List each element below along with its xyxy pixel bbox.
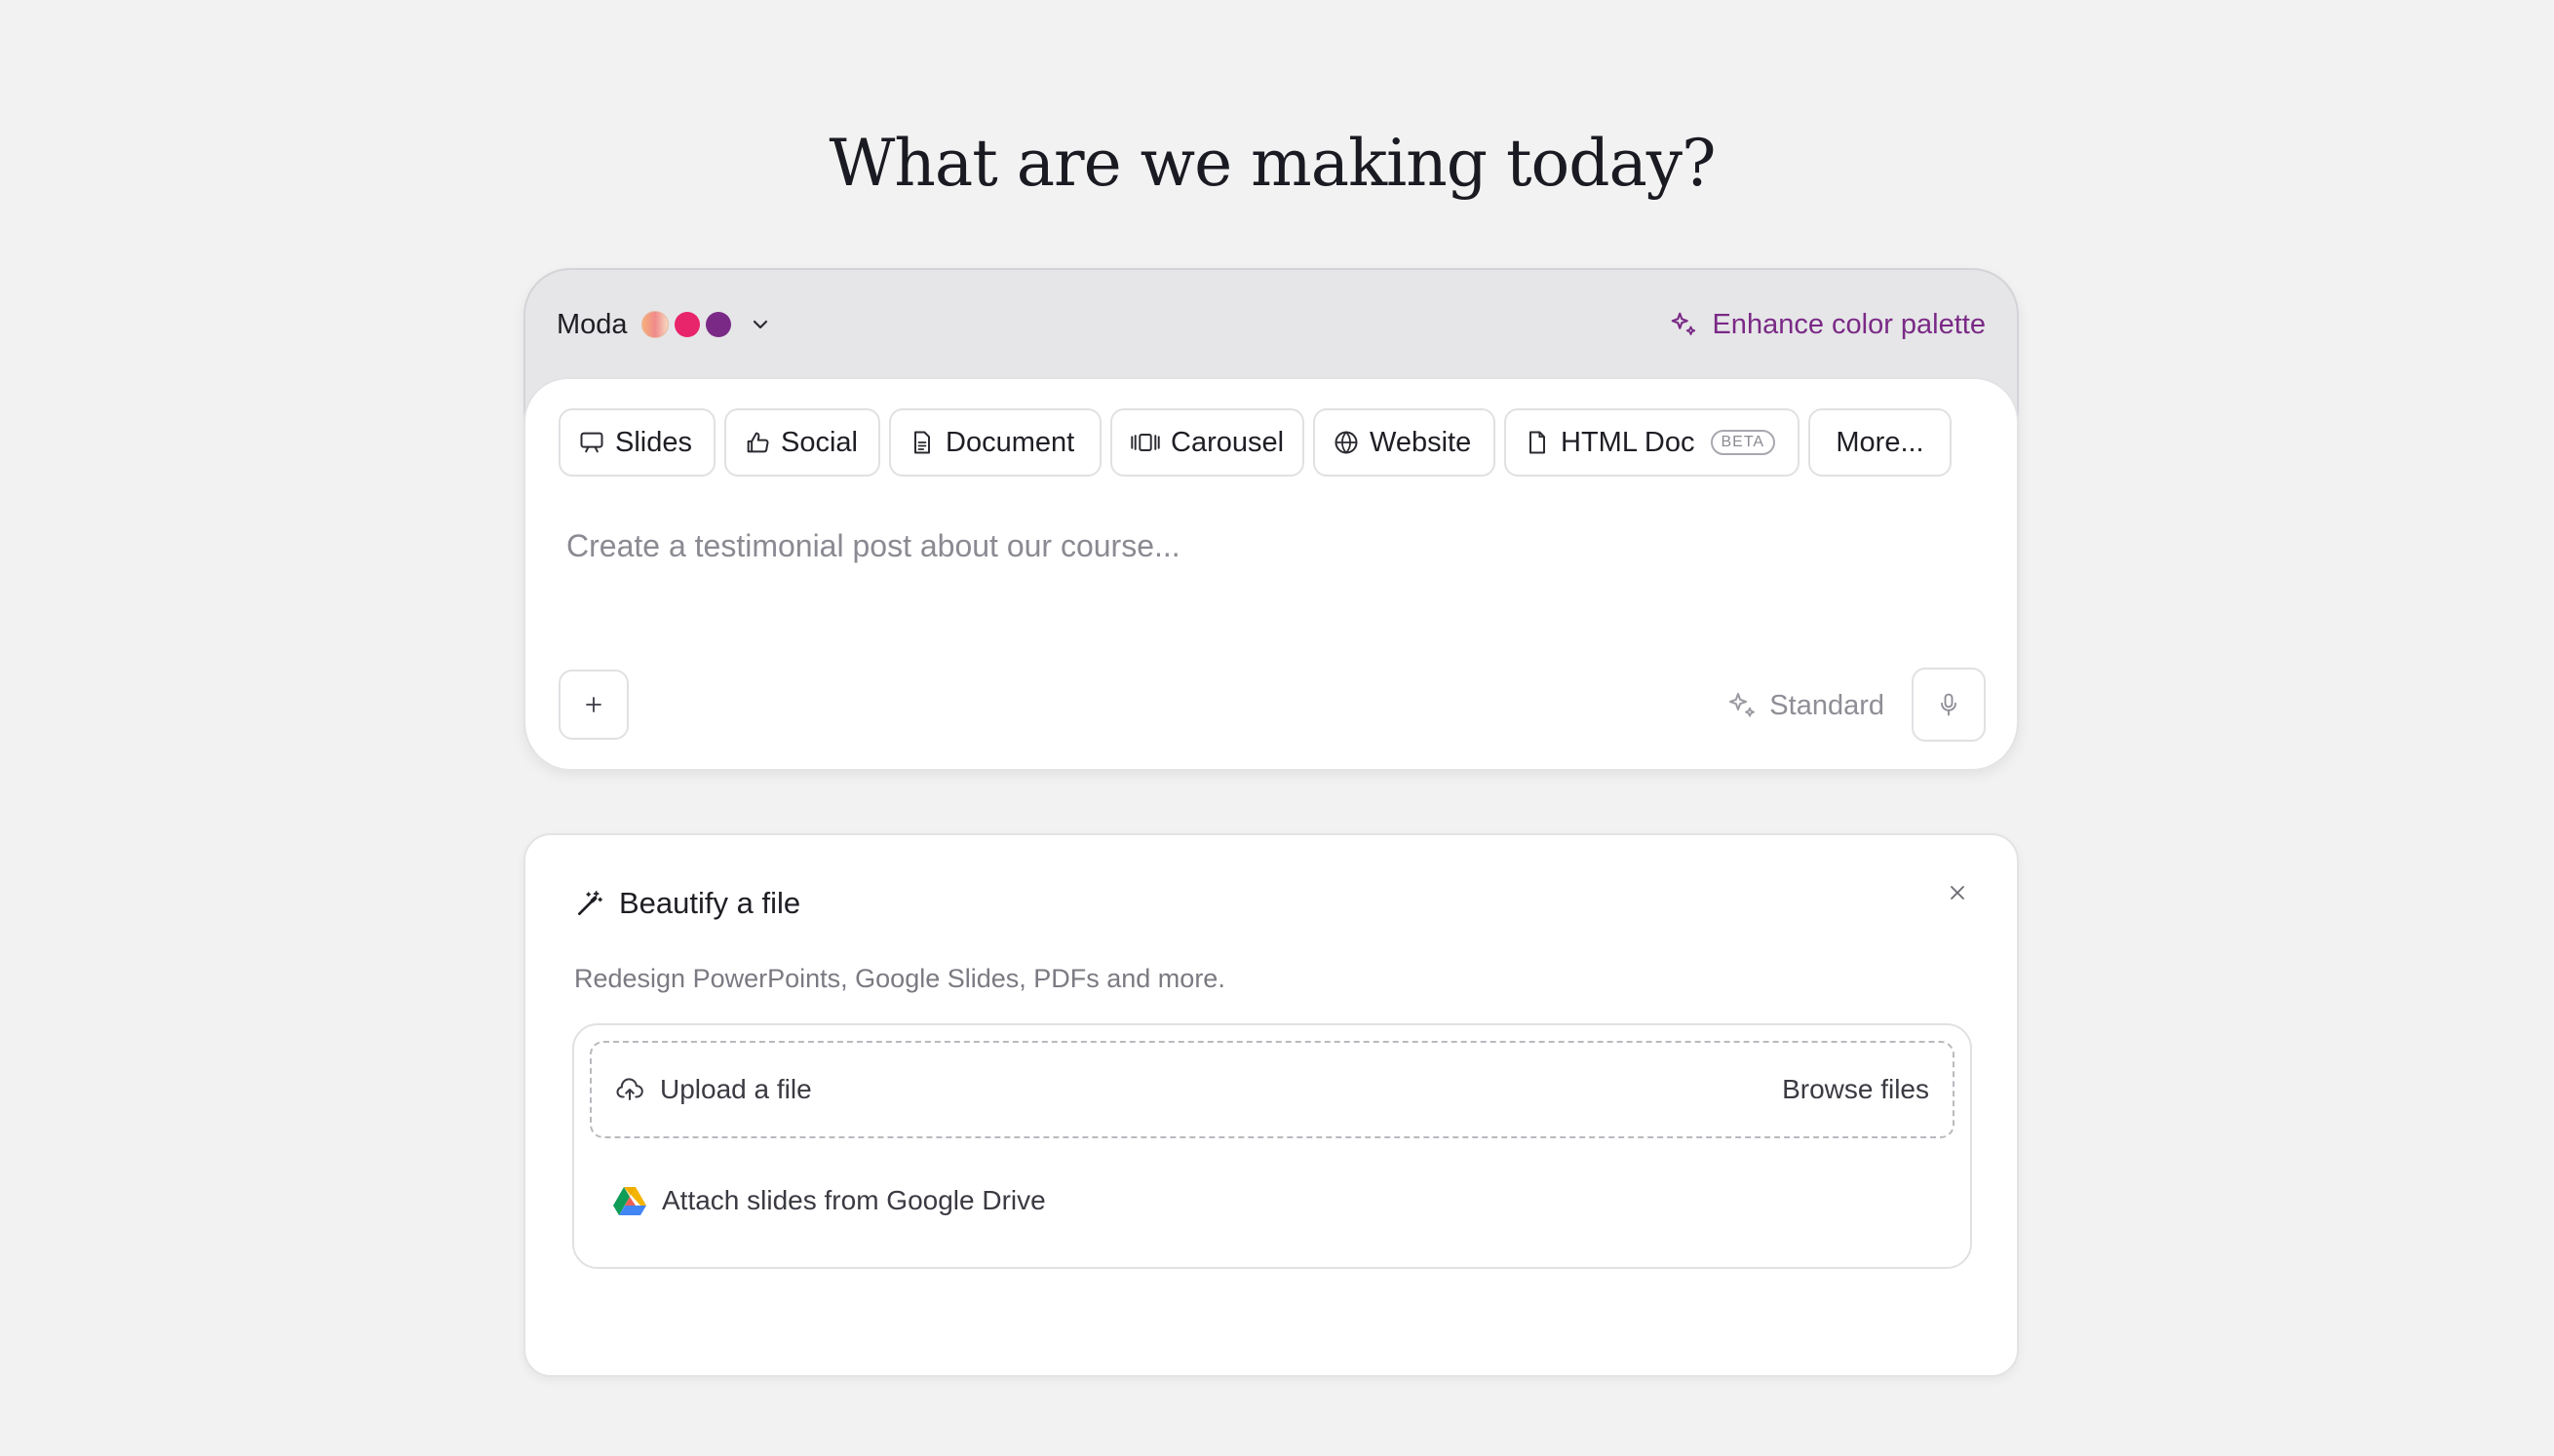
enhance-color-palette-button[interactable]: Enhance color palette xyxy=(1669,299,1986,350)
theme-bar: Moda Enhance color palette xyxy=(525,270,2017,377)
swatch-2 xyxy=(674,312,700,337)
magic-wand-icon xyxy=(578,891,602,915)
sparkles-icon xyxy=(1729,693,1756,717)
theme-name: Moda xyxy=(557,308,628,340)
chevron-down-icon xyxy=(753,320,767,329)
format-label: Slides xyxy=(615,426,692,458)
document-icon xyxy=(914,431,930,454)
microphone-button[interactable] xyxy=(1912,668,1986,742)
browse-files-button[interactable]: Browse files xyxy=(1782,1043,1929,1136)
format-social[interactable]: Social xyxy=(724,408,880,477)
beautify-description: Redesign PowerPoints, Google Slides, PDF… xyxy=(574,964,1225,993)
format-html-doc[interactable]: HTML Doc BETA xyxy=(1504,408,1799,477)
format-label: Carousel xyxy=(1171,426,1285,458)
format-carousel[interactable]: Carousel xyxy=(1110,408,1304,477)
format-slides[interactable]: Slides xyxy=(559,408,716,477)
beautify-card: Beautify a file Redesign PowerPoints, Go… xyxy=(523,833,2019,1377)
prompt-input[interactable] xyxy=(564,516,1972,576)
swatch-3 xyxy=(705,312,731,337)
beta-badge: BETA xyxy=(1710,430,1776,455)
beautify-title: Beautify a file xyxy=(619,886,801,920)
beautify-header: Beautify a file xyxy=(574,886,800,921)
add-attachment-button[interactable] xyxy=(559,670,629,740)
mode-label: Standard xyxy=(1769,689,1884,721)
cloud-upload-icon xyxy=(616,1078,643,1100)
swatch-1 xyxy=(640,311,669,338)
format-website[interactable]: Website xyxy=(1313,408,1495,477)
theme-selector[interactable]: Moda xyxy=(557,299,772,350)
drive-label: Attach slides from Google Drive xyxy=(662,1185,1046,1215)
google-drive-button[interactable]: Attach slides from Google Drive xyxy=(613,1169,1046,1232)
format-more[interactable]: More... xyxy=(1808,408,1952,477)
upload-dropzone[interactable]: Upload a file Browse files xyxy=(590,1041,1954,1138)
format-label: Document xyxy=(946,426,1075,458)
upload-options: Upload a file Browse files Attach slides… xyxy=(572,1023,1972,1269)
presentation-icon xyxy=(580,432,603,453)
microphone-icon xyxy=(1941,693,1956,716)
upload-label: Upload a file xyxy=(615,1043,812,1136)
format-label: Website xyxy=(1370,426,1472,458)
page-title: What are we making today? xyxy=(829,126,1717,201)
format-label: Social xyxy=(781,426,858,458)
format-label: HTML Doc xyxy=(1561,426,1695,458)
plus-icon xyxy=(586,697,601,712)
close-button[interactable] xyxy=(1943,878,1972,907)
composer-body: Slides Social Document Carousel Website … xyxy=(523,377,2019,769)
globe-icon xyxy=(1335,431,1358,454)
google-drive-icon xyxy=(613,1187,646,1215)
format-tabs: Slides Social Document Carousel Website … xyxy=(559,408,1952,477)
carousel-icon xyxy=(1131,434,1160,451)
sparkles-icon xyxy=(1672,312,1696,335)
mode-selector[interactable]: Standard xyxy=(1726,671,1884,740)
upload-text: Upload a file xyxy=(660,1074,812,1104)
format-document[interactable]: Document xyxy=(889,408,1102,477)
close-icon xyxy=(1951,886,1964,900)
format-label: More... xyxy=(1836,426,1924,458)
file-icon xyxy=(1529,431,1545,454)
enhance-label: Enhance color palette xyxy=(1712,308,1986,340)
prompt-composer: Moda Enhance color palette Slides Social… xyxy=(523,268,2019,769)
thumbs-up-icon xyxy=(747,432,769,453)
